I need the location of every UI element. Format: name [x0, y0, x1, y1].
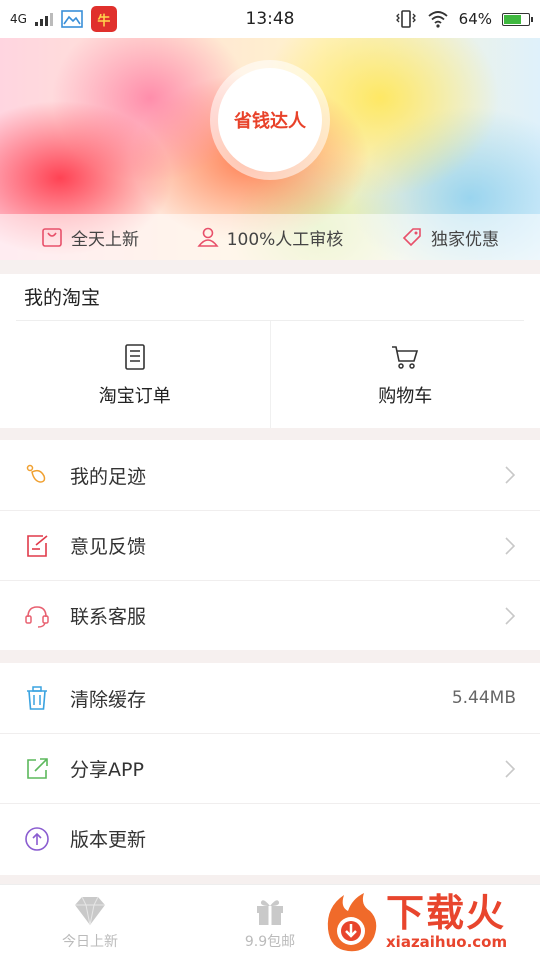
- battery-percent: 64%: [458, 10, 492, 28]
- menu-item-label: 版本更新: [70, 829, 147, 851]
- shopping-bag-icon: [42, 228, 62, 247]
- taobao-orders-button[interactable]: 淘宝订单: [0, 321, 270, 428]
- section-title: 我的淘宝: [24, 287, 101, 309]
- perk-label: 全天上新: [71, 229, 139, 250]
- menu-group-2: 清除缓存 5.44MB 分享APP 版本更新: [0, 663, 540, 875]
- menu-group-1: 我的足迹 意见反馈 联系客服: [0, 440, 540, 650]
- tag-icon: [402, 228, 421, 247]
- avatar-label: 省钱达人: [218, 68, 322, 172]
- menu-item-label: 我的足迹: [70, 465, 147, 488]
- perk-item: 全天上新: [0, 225, 180, 250]
- headset-icon: [24, 603, 50, 629]
- avatar[interactable]: 省钱达人: [210, 60, 330, 180]
- upload-icon: [24, 826, 50, 852]
- menu-item-customer-service[interactable]: 联系客服: [0, 580, 540, 650]
- share-icon: [24, 756, 50, 782]
- battery-icon: [502, 12, 533, 26]
- taobao-orders-label: 淘宝订单: [98, 385, 171, 407]
- perk-label: 100%人工审核: [226, 229, 344, 250]
- tab-label: 今日上新: [62, 934, 118, 950]
- status-bar: 4G 牛 13:48 64%: [0, 0, 540, 38]
- menu-item-label: 联系客服: [70, 606, 147, 628]
- cart-icon: [392, 345, 419, 369]
- footprint-icon: [24, 462, 50, 488]
- chevron-right-icon: [505, 759, 516, 778]
- menu-item-label: 分享APP: [70, 759, 144, 781]
- chevron-right-icon: [505, 466, 516, 484]
- menu-item-clear-cache[interactable]: 清除缓存 5.44MB: [0, 663, 540, 733]
- watermark-url: xiazaihuo.com: [386, 933, 508, 951]
- wifi-icon: [428, 11, 448, 28]
- order-list-icon: [124, 343, 145, 370]
- signal-icon: [34, 12, 53, 26]
- menu-item-version-update[interactable]: 版本更新: [0, 803, 540, 873]
- menu-item-feedback[interactable]: 意见反馈: [0, 510, 540, 580]
- perk-item: 独家优惠: [360, 225, 540, 250]
- menu-item-footprint[interactable]: 我的足迹: [0, 440, 540, 510]
- menu-item-label: 意见反馈: [70, 536, 147, 558]
- person-icon: [197, 227, 219, 247]
- app-notification-icon: 牛: [90, 6, 117, 32]
- watermark: 下载火 xiazaihuo.com: [318, 888, 540, 956]
- shopping-cart-label: 购物车: [378, 385, 433, 407]
- tab-label: 9.9包邮: [244, 934, 296, 950]
- vibrate-icon: [395, 10, 416, 28]
- tab-today-new[interactable]: 今日上新: [0, 885, 180, 960]
- chevron-right-icon: [505, 606, 516, 625]
- gallery-icon: [61, 10, 83, 28]
- diamond-icon: [75, 896, 105, 926]
- cache-size: 5.44MB: [451, 688, 516, 708]
- chevron-right-icon: [505, 536, 516, 555]
- gift-icon: [257, 900, 283, 925]
- my-taobao-section: 我的淘宝 淘宝订单 购物车: [0, 274, 540, 428]
- menu-item-share-app[interactable]: 分享APP: [0, 733, 540, 803]
- profile-header: 省钱达人 全天上新 100%人工审核 独家优惠: [0, 38, 540, 260]
- shopping-cart-button[interactable]: 购物车: [269, 321, 540, 428]
- network-type: 4G: [10, 12, 27, 26]
- perk-item: 100%人工审核: [180, 225, 360, 250]
- feedback-icon: [24, 533, 50, 559]
- menu-item-label: 清除缓存: [70, 688, 147, 711]
- perk-label: 独家优惠: [431, 229, 499, 250]
- watermark-brand: 下载火: [386, 891, 507, 935]
- flame-logo-icon: [327, 893, 377, 952]
- trash-icon: [24, 685, 50, 711]
- perk-bar: 全天上新 100%人工审核 独家优惠: [0, 214, 540, 260]
